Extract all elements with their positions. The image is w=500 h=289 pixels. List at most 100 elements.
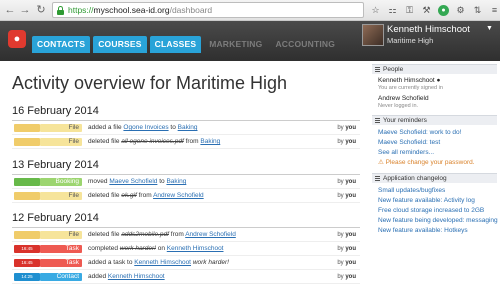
activity-description: added a file Ogone Invoices to Baking [88,124,198,131]
person-status: Never logged in. [378,103,419,109]
activity-time [14,192,40,200]
activity-author: by you [337,274,356,280]
changelog-link[interactable]: New feature available: Hotkeys [378,226,494,236]
lock-icon [57,6,64,15]
changelog-link[interactable]: Small updates/bugfixes [378,186,494,196]
warning-icon: ⚠ [378,159,384,166]
day-group: 13 February 2014 Booking moved Maeve Sch… [12,159,360,203]
activity-time: 16:45 [14,245,40,253]
activity-row: File deleted file all ogone invoices.pdf… [12,135,360,149]
see-all-reminders-link[interactable]: See all reminders... [378,148,494,158]
activity-time: 16:45 [14,259,40,267]
url-host: myschool.sea-id.org [93,5,170,15]
activity-row: 14:25 Contact added Kenneth Himschoot by… [12,270,360,284]
reminders-panel: Your reminders Maeve Schofield: work to … [372,115,497,168]
person-name[interactable]: Kenneth Himschoot ● [378,77,494,85]
tab-accounting[interactable]: ACCOUNTING [270,36,340,53]
reminder-link[interactable]: Maeve Schofield: work to do! [378,128,494,138]
activity-type-badge: File [40,192,82,200]
app-header: ● CONTACTS COURSES CLASSES MARKETING ACC… [0,21,500,61]
chevron-down-icon[interactable]: ▼ [486,25,493,32]
reload-icon[interactable]: ↻ [34,3,48,17]
page-title: Activity overview for Maritime High [12,73,288,93]
user-school: Maritime High [387,36,434,45]
activity-type-badge: Contact [40,273,82,281]
activity-row: 16:45 Task added a task to Kenneth Himsc… [12,256,360,270]
url-text[interactable]: https://myschool.sea-id.org/dashboard [68,5,212,16]
list-icon [375,117,380,124]
activity-row: File added a file Ogone Invoices to Baki… [12,121,360,135]
day-date: 13 February 2014 [12,159,360,175]
activity-link[interactable]: Baking [166,178,186,185]
tab-marketing[interactable]: MARKETING [204,36,267,53]
puzzle-icon[interactable]: ⚙ [455,5,466,16]
password-warning-link[interactable]: ⚠ Please change your password. [378,158,494,168]
day-group: 12 February 2014 File deleted file adds2… [12,212,360,284]
person-status: You are currently signed in [378,85,443,91]
activity-description: added Kenneth Himschoot [88,273,165,280]
activity-description: moved Maeve Schofield to Baking [88,178,187,185]
reminder-link[interactable]: Maeve Schofield: test [378,138,494,148]
wrench-icon[interactable]: ⚒ [421,5,432,16]
app-logo-icon[interactable]: ● [8,30,26,48]
menu-icon[interactable]: ≡ [489,5,500,16]
bookmark-icon[interactable]: ⚏ [387,5,398,16]
activity-link[interactable]: Baking [178,124,198,131]
day-date: 16 February 2014 [12,105,360,121]
deleted-file-name: all ogone invoices.pdf [121,138,184,145]
evernote-icon[interactable]: ● [438,4,449,16]
panel-header: People [372,64,497,74]
activity-description: deleted file ok.gif from Andrew Schofiel… [88,192,204,199]
activity-link[interactable]: Baking [200,138,220,145]
tab-courses[interactable]: COURSES [93,36,147,53]
activity-link[interactable]: Kenneth Himschoot [167,245,224,252]
activity-type-badge: File [40,231,82,239]
activity-row: Booking moved Maeve Schofield to Baking … [12,175,360,189]
activity-author: by you [337,246,356,252]
address-bar[interactable]: https://myschool.sea-id.org/dashboard [52,2,364,18]
activity-author: by you [337,125,356,131]
activity-time: 14:25 [14,273,40,281]
activity-link[interactable]: Maeve Schofield [109,178,157,185]
main-nav: CONTACTS COURSES CLASSES MARKETING ACCOU… [32,36,340,53]
changelog-link[interactable]: New feature being developed: messaging [378,216,498,226]
activity-author: by you [337,193,356,199]
activity-time [14,138,40,146]
activity-link[interactable]: Kenneth Himschoot [108,273,165,280]
activity-link[interactable]: Ogone Invoices [123,124,168,131]
forward-icon[interactable]: → [18,3,32,17]
activity-author: by you [337,260,356,266]
person-name[interactable]: Andrew Schofield [378,95,494,103]
panel-header: Application changelog [372,173,497,183]
activity-link[interactable]: Kenneth Himschoot [134,259,191,266]
activity-row: File deleted file ok.gif from Andrew Sch… [12,189,360,203]
list-icon [375,66,380,73]
back-icon[interactable]: ← [3,3,17,17]
tab-classes[interactable]: CLASSES [149,36,202,53]
user-name: Kenneth Himschoot [387,24,470,35]
activity-description: deleted file all ogone invoices.pdf from… [88,138,221,145]
task-name: work harder! [192,259,229,266]
day-group: 16 February 2014 File added a file Ogone… [12,105,360,149]
extension-icons: ☆ ⚏ ⚿ ⚒ ● ⚙ ⇅ ≡ [370,3,500,17]
activity-description: deleted file adds2mobile.pdf from Andrew… [88,231,236,238]
activity-link[interactable]: Andrew Schofield [153,192,204,199]
changelog-panel: Application changelog Small updates/bugf… [372,173,498,236]
activity-type-badge: Booking [40,178,82,186]
tab-contacts[interactable]: CONTACTS [32,36,91,53]
star-icon[interactable]: ☆ [370,5,381,16]
activity-link[interactable]: Andrew Schofield [185,231,236,238]
activity-row: File deleted file adds2mobile.pdf from A… [12,228,360,242]
avatar[interactable] [362,24,384,46]
url-path: /dashboard [169,5,213,15]
key-icon[interactable]: ⚿ [404,5,415,16]
completed-task-name: work harder! [119,245,156,252]
changelog-link[interactable]: New feature available: Activity log [378,196,494,206]
deleted-file-name: adds2mobile.pdf [121,231,169,238]
list-icon [375,175,380,182]
activity-author: by you [337,179,356,185]
url-scheme: https:// [68,5,94,15]
activity-time [14,178,40,186]
changelog-link[interactable]: Free cloud storage increased to 2GB [378,206,494,216]
translate-icon[interactable]: ⇅ [472,5,483,16]
